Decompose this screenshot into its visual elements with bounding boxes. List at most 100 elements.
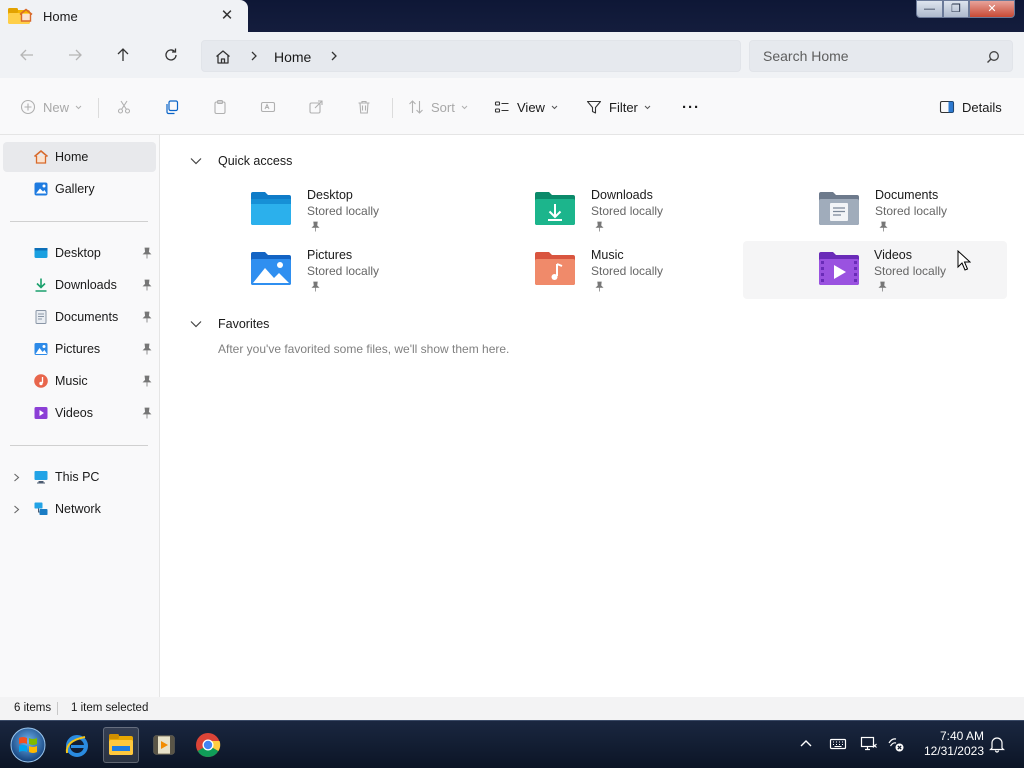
- address-bar[interactable]: Home: [201, 40, 741, 72]
- delete-button[interactable]: [356, 97, 372, 117]
- tile-name: Music: [591, 248, 624, 262]
- arrow-up-icon: [117, 48, 129, 61]
- scissors-icon: [117, 100, 131, 114]
- maximize-button[interactable]: ❐: [943, 0, 969, 18]
- sidebar-item-label: Documents: [55, 310, 119, 324]
- trash-icon: [358, 100, 370, 114]
- file-explorer-icon: [109, 734, 133, 755]
- minimize-button[interactable]: —: [916, 0, 943, 18]
- new-label: New: [43, 99, 70, 115]
- back-button[interactable]: [16, 44, 38, 66]
- sidebar-item-this-pc[interactable]: This PC: [3, 462, 156, 492]
- pin-icon[interactable]: [142, 279, 152, 291]
- chevron-down-icon: [461, 105, 468, 109]
- arrow-right-icon: [69, 49, 82, 61]
- taskbar-chrome[interactable]: [190, 727, 226, 763]
- share-button[interactable]: [308, 97, 324, 117]
- media-player-icon: [153, 735, 175, 755]
- sidebar-item-videos[interactable]: Videos: [3, 398, 156, 428]
- close-window-button[interactable]: ✕: [969, 0, 1015, 18]
- window-tab-home[interactable]: Home ✕: [0, 0, 248, 32]
- quick-access-tile-pictures[interactable]: Pictures Stored locally: [243, 241, 508, 299]
- taskbar-file-explorer[interactable]: [103, 727, 139, 763]
- sidebar-item-label: Network: [55, 502, 101, 516]
- start-button-icon[interactable]: [8, 725, 48, 765]
- expand-chevron-icon[interactable]: [13, 505, 20, 514]
- paste-button[interactable]: [212, 97, 228, 117]
- chevron-down-icon[interactable]: [190, 320, 202, 328]
- show-hidden-icons-icon[interactable]: [797, 735, 815, 753]
- taskbar-media-player[interactable]: [146, 727, 182, 763]
- mouse-cursor-icon: [957, 250, 971, 271]
- sidebar-item-label: Music: [55, 374, 88, 388]
- home-icon[interactable]: [214, 48, 232, 66]
- forward-button[interactable]: [64, 44, 86, 66]
- chevron-down-icon: [644, 105, 651, 109]
- videos-folder-icon: [819, 252, 859, 285]
- plus-circle-icon: [20, 99, 36, 115]
- toolbar-divider: [392, 98, 393, 118]
- pin-icon[interactable]: [142, 407, 152, 419]
- tab-close-button[interactable]: ✕: [218, 7, 236, 25]
- new-button[interactable]: New: [20, 97, 82, 117]
- sidebar-item-home[interactable]: Home: [3, 142, 156, 172]
- status-bar: 6 items 1 item selected: [0, 697, 1024, 720]
- cut-button[interactable]: [116, 97, 132, 117]
- chevron-right-icon[interactable]: [329, 50, 339, 62]
- sidebar-divider: [10, 445, 148, 446]
- pin-icon[interactable]: [142, 343, 152, 355]
- chevron-down-icon[interactable]: [190, 157, 202, 165]
- section-title: Quick access: [218, 154, 293, 168]
- rename-button[interactable]: [260, 97, 276, 117]
- sidebar-item-label: Videos: [55, 406, 93, 420]
- sidebar-item-label: This PC: [55, 470, 100, 484]
- details-button[interactable]: Details: [939, 97, 1002, 117]
- system-clock[interactable]: 7:40 AM 12/31/2023: [910, 729, 984, 759]
- sidebar-divider: [10, 221, 148, 222]
- network-status-icon[interactable]: [887, 735, 905, 753]
- chevron-down-icon: [551, 105, 558, 109]
- sidebar-item-gallery[interactable]: Gallery: [3, 174, 156, 204]
- sort-button[interactable]: Sort: [408, 97, 468, 117]
- sort-icon: [409, 100, 423, 114]
- taskbar-internet-explorer[interactable]: [59, 727, 95, 763]
- sidebar-item-downloads[interactable]: Downloads: [3, 270, 156, 300]
- tile-status: Stored locally: [307, 204, 380, 218]
- sidebar-item-music[interactable]: Music: [3, 366, 156, 396]
- pin-icon: [879, 221, 888, 232]
- sidebar-item-label: Home: [55, 150, 89, 164]
- quick-access-tile-desktop[interactable]: Desktop Stored locally: [243, 181, 508, 239]
- keyboard-icon[interactable]: [829, 735, 847, 753]
- quick-access-tile-documents[interactable]: Documents Stored locally: [811, 181, 1024, 239]
- search-icon: [987, 51, 999, 63]
- filter-button[interactable]: Filter: [586, 97, 651, 117]
- action-center-icon[interactable]: [860, 735, 878, 753]
- tile-name: Documents: [875, 188, 939, 202]
- pin-icon[interactable]: [142, 311, 152, 323]
- tile-name: Videos: [874, 248, 912, 262]
- home-icon: [33, 150, 49, 164]
- view-button[interactable]: View: [494, 97, 558, 117]
- network-icon: [34, 502, 48, 515]
- breadcrumb-home[interactable]: Home: [274, 49, 311, 65]
- pin-icon[interactable]: [142, 247, 152, 259]
- more-options-button[interactable]: ···: [682, 97, 700, 117]
- pin-icon: [311, 221, 320, 232]
- expand-chevron-icon[interactable]: [13, 473, 20, 482]
- quick-access-tile-downloads[interactable]: Downloads Stored locally: [527, 181, 792, 239]
- details-pane-icon: [939, 100, 955, 114]
- chevron-right-icon[interactable]: [249, 50, 259, 62]
- sidebar-item-documents[interactable]: Documents: [3, 302, 156, 332]
- up-button[interactable]: [112, 44, 134, 66]
- notification-bell-icon[interactable]: [988, 735, 1006, 753]
- search-input[interactable]: [763, 48, 973, 64]
- refresh-button[interactable]: [160, 44, 182, 66]
- sidebar-item-pictures[interactable]: Pictures: [3, 334, 156, 364]
- copy-button[interactable]: [164, 97, 180, 117]
- taskbar: 7:40 AM 12/31/2023: [0, 720, 1024, 768]
- sidebar-item-network[interactable]: Network: [3, 494, 156, 524]
- search-box[interactable]: [749, 40, 1013, 72]
- sidebar-item-desktop[interactable]: Desktop: [3, 238, 156, 268]
- view-list-icon: [494, 101, 509, 113]
- pin-icon[interactable]: [142, 375, 152, 387]
